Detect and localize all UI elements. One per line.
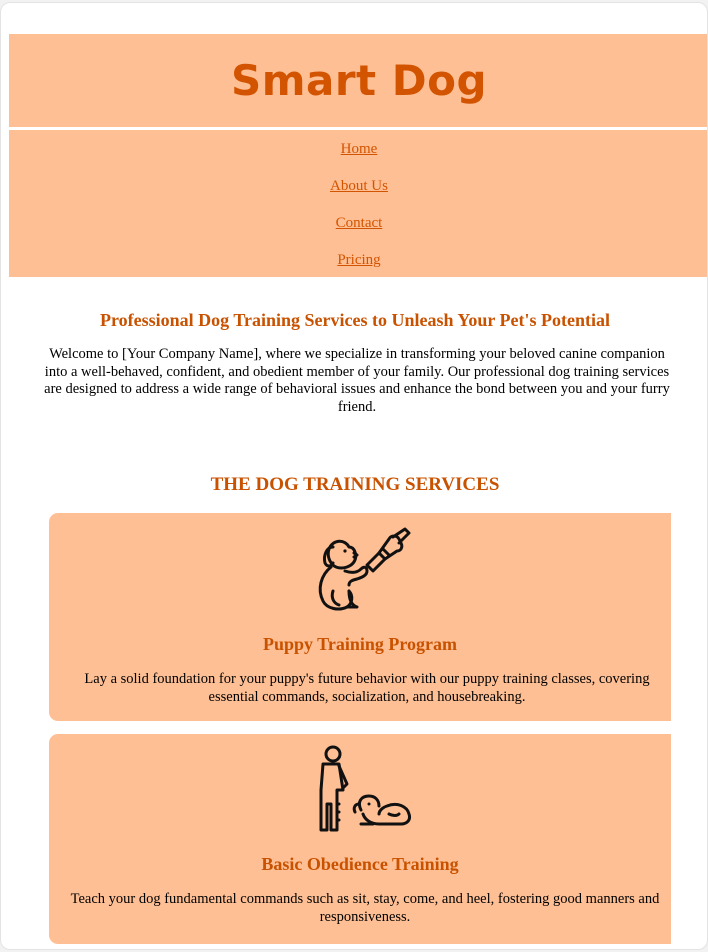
nav-link-about-us[interactable]: About Us (9, 177, 707, 195)
obedience-training-icon (319, 745, 411, 832)
site-header: Smart Dog (9, 34, 707, 127)
service-card-puppy-training: Puppy Training Program Lay a solid found… (49, 513, 671, 721)
services-heading: THE DOG TRAINING SERVICES (210, 474, 500, 495)
service-description: Teach your dog fundamental commands such… (70, 891, 660, 925)
service-title: Puppy Training Program (262, 634, 458, 654)
nav-link-contact[interactable]: Contact (9, 214, 707, 232)
site-title: Smart Dog (230, 56, 488, 105)
main-nav: Home About Us Contact Pricing (9, 130, 707, 277)
intro-heading: Professional Dog Training Services to Un… (100, 310, 610, 330)
service-description: Lay a solid foundation for your puppy's … (84, 671, 650, 705)
nav-link-home[interactable]: Home (9, 140, 707, 158)
service-title: Basic Obedience Training (261, 854, 459, 874)
service-card-basic-obedience: Basic Obedience Training Teach your dog … (49, 734, 671, 944)
intro-text: Welcome to [Your Company Name], where we… (44, 346, 670, 415)
puppy-training-icon (318, 527, 411, 611)
nav-link-pricing[interactable]: Pricing (9, 251, 707, 269)
page-frame: Smart Dog Home About Us Contact Pricing … (0, 2, 708, 950)
